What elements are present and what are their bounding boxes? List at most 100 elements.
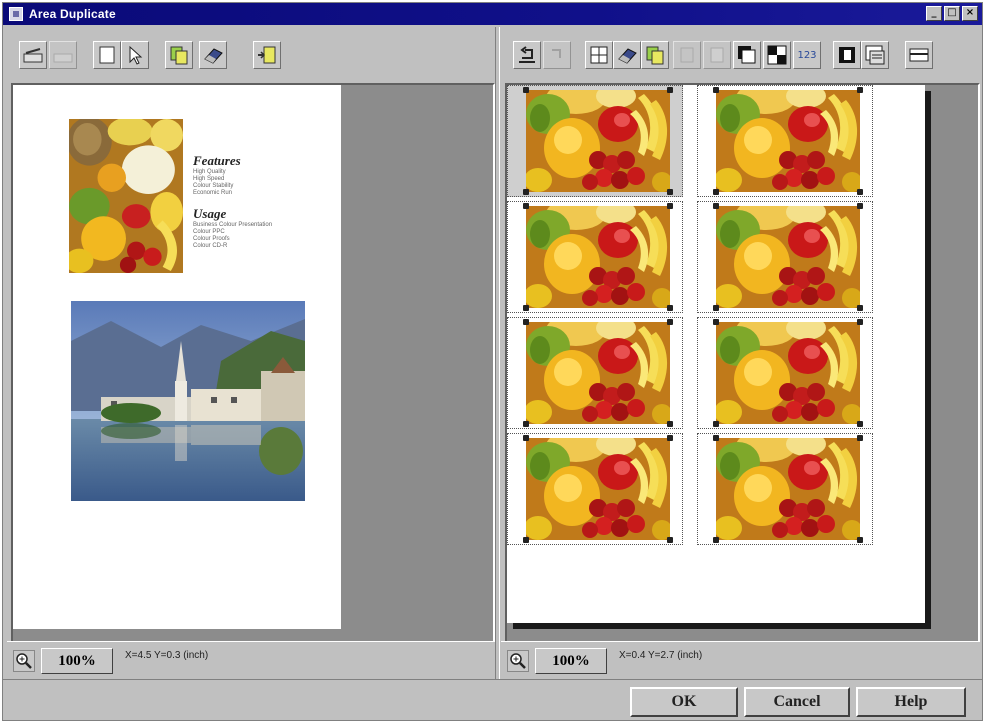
duplicate-cell[interactable]: [697, 433, 873, 545]
layout-status-bar: 100% X=0.4 Y=2.7 (inch): [501, 641, 980, 679]
resize-handle[interactable]: [713, 87, 719, 93]
duplicate-image[interactable]: [716, 438, 860, 540]
undo-button[interactable]: [513, 41, 541, 69]
help-button[interactable]: Help: [856, 687, 966, 717]
resize-handle[interactable]: [523, 203, 529, 209]
zoom-in-icon[interactable]: [13, 650, 35, 672]
resize-handle[interactable]: [523, 319, 529, 325]
resize-handle[interactable]: [857, 537, 863, 543]
eraser-icon: [204, 48, 223, 64]
card-print-button[interactable]: [861, 41, 889, 69]
resize-handle[interactable]: [713, 319, 719, 325]
zoom-level-field[interactable]: 100%: [535, 648, 607, 674]
resize-handle[interactable]: [667, 421, 673, 427]
resize-handle[interactable]: [857, 421, 863, 427]
resize-handle[interactable]: [523, 189, 529, 195]
resize-handle[interactable]: [523, 87, 529, 93]
paste-disabled-icon: [710, 47, 724, 63]
resize-handle[interactable]: [523, 435, 529, 441]
resize-handle[interactable]: [667, 203, 673, 209]
duplicate-image[interactable]: [526, 322, 670, 424]
lake-village-image[interactable]: [71, 301, 305, 501]
brochure-line: Colour PPC: [193, 229, 225, 235]
grid-button[interactable]: [585, 41, 613, 69]
resize-handle[interactable]: [667, 189, 673, 195]
redo-button[interactable]: [543, 41, 571, 69]
layout-viewport[interactable]: [505, 83, 980, 649]
duplicate-cell[interactable]: [507, 201, 683, 313]
resize-handle[interactable]: [857, 189, 863, 195]
duplicate-cell[interactable]: [507, 433, 683, 545]
duplicate-image[interactable]: [716, 90, 860, 192]
resize-handle[interactable]: [857, 435, 863, 441]
brochure-heading-usage: Usage: [193, 206, 227, 221]
zoom-level-field[interactable]: 100%: [41, 648, 113, 674]
invert-button[interactable]: [733, 41, 761, 69]
resize-handle[interactable]: [713, 537, 719, 543]
page-button[interactable]: [93, 41, 121, 69]
resize-handle[interactable]: [667, 537, 673, 543]
redo-icon: [552, 49, 561, 58]
numbering-button[interactable]: 123: [793, 41, 821, 69]
resize-handle[interactable]: [857, 87, 863, 93]
pane-splitter[interactable]: [495, 27, 500, 681]
close-button[interactable]: ×: [962, 6, 978, 21]
cancel-button[interactable]: Cancel: [744, 687, 850, 717]
duplicate-image[interactable]: [716, 206, 860, 308]
resize-handle[interactable]: [667, 319, 673, 325]
brochure-line: High Quality: [193, 169, 226, 175]
resize-handle[interactable]: [667, 87, 673, 93]
resize-handle[interactable]: [857, 203, 863, 209]
duplicate-image[interactable]: [526, 90, 670, 192]
resize-handle[interactable]: [523, 305, 529, 311]
duplicate-cell[interactable]: [697, 85, 873, 197]
app-icon[interactable]: [9, 7, 23, 21]
eraser-button[interactable]: [199, 41, 227, 69]
duplicate-image[interactable]: [526, 438, 670, 540]
duplicate-cell[interactable]: [697, 201, 873, 313]
resize-handle[interactable]: [713, 305, 719, 311]
ok-button[interactable]: OK: [630, 687, 738, 717]
mirror-icon: [839, 47, 855, 63]
checker-pattern-button[interactable]: [763, 41, 791, 69]
scanner-disabled-button[interactable]: [49, 41, 77, 69]
source-pane: Features High Quality High Speed Colour …: [7, 27, 495, 649]
duplicate-cell[interactable]: [507, 317, 683, 429]
resize-handle[interactable]: [713, 189, 719, 195]
duplicate-cell[interactable]: [697, 317, 873, 429]
resize-handle[interactable]: [713, 435, 719, 441]
mirror-button[interactable]: [833, 41, 861, 69]
duplicate-cell[interactable]: [507, 85, 683, 197]
brochure-line: High Speed: [193, 176, 225, 182]
eraser-button-right[interactable]: [613, 41, 641, 69]
title-bar[interactable]: Area Duplicate _ □ ×: [3, 3, 982, 25]
duplicate-image[interactable]: [716, 322, 860, 424]
scanner-button[interactable]: [19, 41, 47, 69]
resize-handle[interactable]: [523, 537, 529, 543]
duplicate-icon: [170, 46, 188, 65]
layout-page[interactable]: [507, 85, 925, 623]
fit-width-button[interactable]: [905, 41, 933, 69]
resize-handle[interactable]: [713, 203, 719, 209]
resize-handle[interactable]: [713, 421, 719, 427]
source-page[interactable]: Features High Quality High Speed Colour …: [13, 85, 341, 629]
duplicate-icon: [646, 46, 664, 65]
maximize-button[interactable]: □: [944, 6, 960, 21]
insert-page-button[interactable]: [253, 41, 281, 69]
pointer-button[interactable]: [121, 41, 149, 69]
grid-icon: [590, 46, 608, 64]
zoom-in-icon[interactable]: [507, 650, 529, 672]
resize-handle[interactable]: [523, 421, 529, 427]
duplicate-button[interactable]: [165, 41, 193, 69]
paste-button[interactable]: [703, 41, 731, 69]
resize-handle[interactable]: [667, 305, 673, 311]
copy-button[interactable]: [673, 41, 701, 69]
minimize-button[interactable]: _: [926, 6, 942, 21]
resize-handle[interactable]: [857, 305, 863, 311]
brochure-fruit-image[interactable]: [69, 119, 183, 273]
resize-handle[interactable]: [667, 435, 673, 441]
source-viewport[interactable]: Features High Quality High Speed Colour …: [11, 83, 495, 649]
duplicate-button-right[interactable]: [641, 41, 669, 69]
resize-handle[interactable]: [857, 319, 863, 325]
duplicate-image[interactable]: [526, 206, 670, 308]
